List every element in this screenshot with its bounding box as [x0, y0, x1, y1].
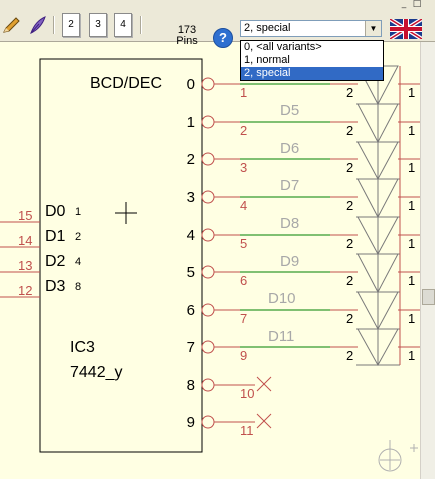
output-label: 7 [187, 339, 195, 356]
scrollbar-thumb[interactable] [422, 289, 435, 305]
output-pin-number: 2 [240, 123, 247, 138]
diode-label: D5 [280, 102, 299, 119]
diode-pin-number: 1 [408, 123, 415, 138]
variant-option[interactable]: 0, <all variants> [241, 41, 383, 54]
title-strip: _ □ [0, 0, 435, 10]
diode-pin-number: 2 [346, 311, 353, 326]
input-pin-number: 14 [18, 233, 32, 248]
diode-label: D6 [280, 140, 299, 157]
output-pin-number: 6 [240, 273, 247, 288]
diode-label: D8 [280, 215, 299, 232]
pencil-tool-button[interactable] [1, 14, 23, 36]
diode-pin-number: 1 [408, 160, 415, 175]
diode-pin-number: 1 [408, 85, 415, 100]
variant-select-value: 2, special [244, 22, 291, 34]
schematic-canvas[interactable]: BCD/DEC IC3 7442_y 0 1 2 3 4 5 6 7 8 9 1… [0, 42, 420, 479]
toolbar-separator [140, 16, 142, 34]
diode-pin-number: 2 [346, 348, 353, 363]
vertical-scrollbar[interactable] [420, 42, 435, 479]
output-pin-number: 5 [240, 236, 247, 251]
output-label: 0 [187, 76, 195, 93]
input-pin-number: 15 [18, 208, 32, 223]
diode-pin-number: 2 [346, 273, 353, 288]
output-label: 4 [187, 227, 195, 244]
diode-pin-number: 1 [408, 198, 415, 213]
diode-pin-number: 1 [408, 348, 415, 363]
diode-pin-number: 1 [408, 311, 415, 326]
chevron-down-icon[interactable]: ▼ [365, 21, 381, 36]
pencil-icon [3, 17, 20, 33]
quill-icon [30, 16, 46, 35]
output-label: 9 [187, 414, 195, 431]
output-pin-number: 9 [240, 348, 247, 363]
diode-pin-number: 2 [346, 123, 353, 138]
input-pin-number: 13 [18, 258, 32, 273]
terminal-symbol [378, 440, 418, 472]
page-4-button[interactable]: 4 [114, 13, 132, 37]
diode-label: D11 [268, 328, 294, 345]
uk-flag-icon[interactable] [390, 19, 422, 39]
output-pin-number: 10 [240, 386, 254, 401]
output-pin-number: 3 [240, 160, 247, 175]
ic-value: 7442_y [70, 364, 123, 381]
input-weight: 4 [75, 256, 81, 268]
output-pin-number: 4 [240, 198, 247, 213]
diode-pin-number: 2 [346, 85, 353, 100]
diode-pin-number: 2 [346, 198, 353, 213]
input-label: D0 [45, 203, 66, 220]
input-label: D2 [45, 253, 66, 270]
diode-leads [330, 66, 420, 365]
ic-refdes: IC3 [70, 339, 95, 356]
variant-dropdown-list[interactable]: 0, <all variants> 1, normal 2, special [240, 40, 384, 81]
output-label: 6 [187, 302, 195, 319]
input-weight: 8 [75, 281, 81, 293]
output-label: 2 [187, 151, 195, 168]
crosshair-cursor-icon [115, 202, 137, 224]
diode-pin-number: 2 [346, 160, 353, 175]
output-label: 8 [187, 377, 195, 394]
diode-pin-number: 1 [408, 236, 415, 251]
input-label: D3 [45, 278, 66, 295]
output-pin-number: 7 [240, 311, 247, 326]
diode-pin-number: 1 [408, 273, 415, 288]
output-pin-number: 11 [240, 423, 254, 438]
minimize-button[interactable]: _ [398, 0, 410, 10]
restore-button[interactable]: □ [411, 0, 423, 10]
input-weight: 1 [75, 206, 81, 218]
variant-option[interactable]: 1, normal [241, 54, 383, 67]
diode-symbols [356, 65, 400, 367]
diode-label: D7 [280, 177, 299, 194]
diode-label: D9 [280, 253, 299, 270]
page-2-button[interactable]: 2 [62, 13, 80, 37]
output-label: 3 [187, 189, 195, 206]
ic-title: BCD/DEC [90, 75, 162, 92]
variant-select[interactable]: 2, special ▼ [240, 20, 382, 37]
component-tool-button[interactable] [27, 14, 49, 36]
diode-pin-number: 2 [346, 236, 353, 251]
no-connect-markers [256, 376, 272, 429]
output-label: 5 [187, 264, 195, 281]
input-weight: 2 [75, 231, 81, 243]
output-pin-number: 1 [240, 85, 247, 100]
page-3-button[interactable]: 3 [89, 13, 107, 37]
input-label: D1 [45, 228, 66, 245]
variant-option-selected[interactable]: 2, special [241, 67, 383, 80]
toolbar-separator [53, 16, 55, 34]
output-label: 1 [187, 114, 195, 131]
input-pin-number: 12 [18, 283, 32, 298]
diode-label: D10 [268, 290, 296, 307]
